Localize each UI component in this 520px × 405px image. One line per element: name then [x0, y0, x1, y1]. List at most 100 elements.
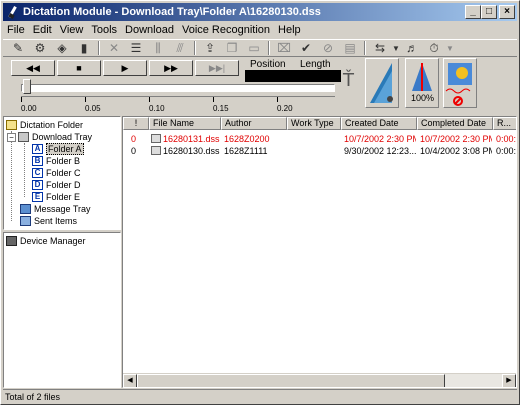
scroll-left-icon[interactable]: ◀: [123, 374, 137, 387]
row-1-created[interactable]: 10/7/2002 2:30 PM: [344, 133, 416, 145]
row-2-work-type[interactable]: [290, 145, 340, 157]
row-1-flag[interactable]: 0: [131, 133, 147, 145]
tree-item-sent-items[interactable]: Sent Items: [20, 215, 77, 227]
dss-file-icon: [151, 146, 161, 155]
folder-tree: Dictation Folder − Download Tray A Folde…: [3, 116, 121, 230]
tree-label: Dictation Folder: [20, 120, 84, 130]
column-header-work-type[interactable]: Work Type: [287, 117, 341, 130]
play-button[interactable]: ▶: [103, 60, 147, 76]
fast-forward-button[interactable]: ▶▶: [149, 60, 193, 76]
dropdown2-icon[interactable]: ▼: [445, 40, 455, 57]
position-slider-thumb[interactable]: [23, 79, 31, 94]
tree-item-folder-b[interactable]: B Folder B: [32, 155, 80, 167]
folder-d-icon: D: [32, 180, 43, 190]
application-window: Dictation Module - Download Tray\Folder …: [0, 0, 520, 405]
position-display: [245, 70, 293, 82]
dropdown-icon[interactable]: ▼: [391, 40, 401, 57]
title-bar[interactable]: Dictation Module - Download Tray\Folder …: [3, 3, 517, 21]
position-label: Position: [250, 59, 286, 70]
row-1-file-name[interactable]: 16280131.dss: [151, 133, 221, 145]
horizontal-scrollbar[interactable]: ◀ ▶: [123, 373, 516, 387]
row-1-completed[interactable]: 10/7/2002 2:30 PM: [420, 133, 492, 145]
delete-icon[interactable]: ✕: [103, 40, 125, 57]
tree-connector: [24, 143, 25, 197]
row-2-created[interactable]: 9/30/2002 12:23...: [344, 145, 416, 157]
menu-view[interactable]: View: [56, 24, 88, 36]
tree-item-message-tray[interactable]: Message Tray: [20, 203, 91, 215]
speed-percent: 100%: [411, 93, 435, 103]
tree-item-folder-e[interactable]: E Folder E: [32, 191, 80, 203]
end-button[interactable]: ▶▶|: [195, 60, 239, 76]
disable-icon[interactable]: ⊘: [317, 40, 339, 57]
tree-item-folder-d[interactable]: D Folder D: [32, 179, 81, 191]
message-tray-icon: [20, 204, 31, 214]
speaker-icon[interactable]: ♬: [401, 40, 423, 57]
tree-label: Folder A: [46, 143, 84, 155]
check-icon[interactable]: ✔: [295, 40, 317, 57]
menu-file[interactable]: File: [3, 24, 29, 36]
row-2-file-name[interactable]: 16280130.dss: [151, 145, 221, 157]
folder-e-icon: E: [32, 192, 43, 202]
scroll-right-icon[interactable]: ▶: [502, 374, 516, 387]
cancel-icon[interactable]: ⌧: [273, 40, 295, 57]
row-1-r[interactable]: 0:00:1: [496, 133, 516, 145]
time-ruler: 0.00 0.05 0.10 0.15 0.20: [21, 96, 335, 114]
properties-icon[interactable]: ☰: [125, 40, 147, 57]
row-2-author[interactable]: 1628Z1111: [224, 145, 286, 157]
position-slider-track[interactable]: [21, 84, 335, 92]
transport-panel: ◀◀ ■ ▶ ▶▶ ▶▶| Position Length 0.00 0.05 …: [3, 58, 517, 116]
menu-edit[interactable]: Edit: [29, 24, 56, 36]
fax-icon[interactable]: ▭: [243, 40, 265, 57]
stop-button[interactable]: ■: [57, 60, 101, 76]
merge-icon[interactable]: ⫻: [169, 40, 191, 57]
split-icon[interactable]: ⫼: [147, 40, 169, 57]
row-2-r[interactable]: 0:00:2: [496, 145, 516, 157]
column-header-r[interactable]: R...: [493, 117, 516, 130]
file-list: ! File Name Author Work Type Created Dat…: [122, 116, 517, 388]
pen-icon[interactable]: ✎: [7, 40, 29, 57]
menu-download[interactable]: Download: [121, 24, 178, 36]
row-1-work-type[interactable]: [290, 133, 340, 145]
tree-item-dictation-folder[interactable]: Dictation Folder: [6, 119, 83, 131]
record-icon[interactable]: ⚙: [29, 40, 51, 57]
collapse-icon[interactable]: −: [7, 132, 16, 142]
row-2-completed[interactable]: 10/4/2002 3:08 PM: [420, 145, 492, 157]
rewind-button[interactable]: ◀◀: [11, 60, 55, 76]
t-marker-icon[interactable]: Ť: [343, 70, 354, 91]
folder-a-icon: A: [32, 144, 43, 154]
device-icon[interactable]: ▮: [73, 40, 95, 57]
tree-label: Sent Items: [34, 216, 78, 226]
column-header-flag[interactable]: !: [123, 117, 149, 130]
row-1-author[interactable]: 1628Z0200: [224, 133, 286, 145]
volume-ramp-icon[interactable]: [365, 58, 399, 108]
tree-item-folder-a[interactable]: A Folder A: [32, 143, 84, 155]
noise-cancel-icon[interactable]: [443, 58, 477, 108]
upload-icon[interactable]: ⇪: [199, 40, 221, 57]
column-header-created-date[interactable]: Created Date: [341, 117, 417, 130]
menu-voice-recognition[interactable]: Voice Recognition: [178, 24, 274, 36]
file-name-text: 16280131.dss: [163, 134, 220, 144]
column-header-completed-date[interactable]: Completed Date: [417, 117, 493, 130]
scroll-thumb[interactable]: [137, 374, 445, 387]
minimize-button[interactable]: _: [465, 5, 481, 19]
close-button[interactable]: ×: [499, 5, 515, 19]
ruler-tick: [277, 97, 278, 102]
toolbar-separator: [194, 41, 196, 55]
copy-icon[interactable]: ❐: [221, 40, 243, 57]
tree-item-folder-c[interactable]: C Folder C: [32, 167, 81, 179]
maximize-button[interactable]: □: [481, 5, 497, 19]
length-display: [293, 70, 341, 82]
play-mark-icon[interactable]: ◈: [51, 40, 73, 57]
menu-tools[interactable]: Tools: [87, 24, 121, 36]
tree-item-device-manager[interactable]: Device Manager: [6, 235, 86, 247]
ruler-tick: [85, 97, 86, 102]
column-header-author[interactable]: Author: [221, 117, 287, 130]
status-bar: Total of 2 files: [3, 389, 517, 403]
row-2-flag[interactable]: 0: [131, 145, 147, 157]
menu-help[interactable]: Help: [274, 24, 305, 36]
metronome-icon[interactable]: ⏱: [423, 40, 445, 57]
column-header-file-name[interactable]: File Name: [149, 117, 221, 130]
tree-item-download-tray[interactable]: − Download Tray: [7, 131, 92, 143]
send-icon[interactable]: ⇆: [369, 40, 391, 57]
book-icon[interactable]: ▤: [339, 40, 361, 57]
